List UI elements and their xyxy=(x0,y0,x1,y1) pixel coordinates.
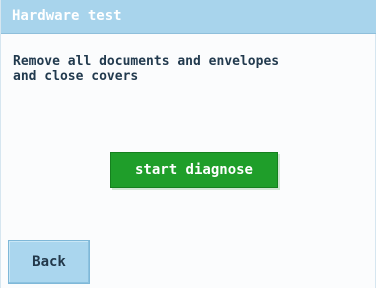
instruction-message: Remove all documents and envelopes and c… xyxy=(13,54,280,84)
hardware-test-screen: Hardware test Remove all documents and e… xyxy=(0,0,376,288)
back-button[interactable]: Back xyxy=(8,240,90,284)
start-diagnose-label: start diagnose xyxy=(134,162,253,178)
start-diagnose-button[interactable]: start diagnose xyxy=(110,152,278,188)
back-label: Back xyxy=(32,254,66,270)
title-bar: Hardware test xyxy=(1,0,376,34)
page-title: Hardware test xyxy=(12,8,122,24)
